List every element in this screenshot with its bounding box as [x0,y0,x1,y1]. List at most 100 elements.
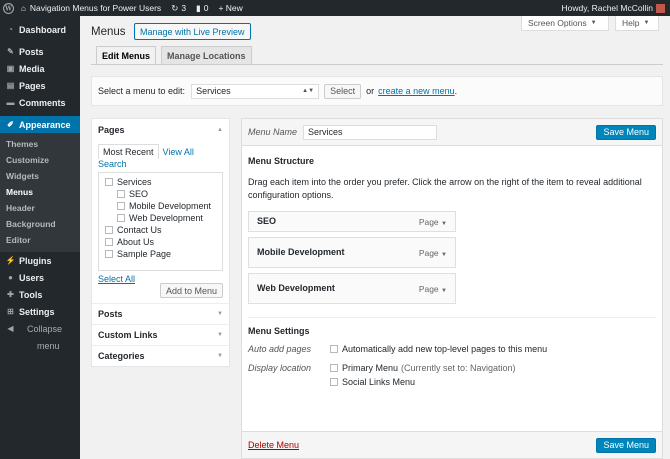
submenu-item-customize[interactable]: Customize [0,152,80,168]
create-new-menu-link[interactable]: create a new menu [378,86,455,96]
comment-bubble-icon: ▮ [196,2,201,13]
sidebar-item-tools[interactable]: ✚ Tools [0,286,80,303]
sidebar-item-appearance[interactable]: ✐ Appearance [0,116,80,133]
sidebar-item-pages[interactable]: ▤ Pages [0,77,80,94]
checkbox[interactable] [117,202,125,210]
list-item[interactable]: SEO [105,188,216,200]
list-item[interactable]: Services [105,176,216,188]
sidebar-item-comments[interactable]: ▬ Comments [0,94,80,111]
pages-checklist: Services SEO Mobile Development Web Deve… [98,172,223,271]
menu-item[interactable]: Mobile Development Page ▼ [248,237,456,268]
menu-item[interactable]: Web Development Page ▼ [248,273,456,304]
menu-footer: Delete Menu Save Menu [242,431,662,458]
item-edit-arrow-icon[interactable]: ▼ [441,252,447,258]
submenu-item-menus[interactable]: Menus [0,184,80,200]
list-item[interactable]: Sample Page [105,248,216,260]
new-content-link[interactable]: + New [213,0,247,16]
list-item[interactable]: About Us [105,236,216,248]
tab-search[interactable]: Search [98,159,223,169]
submenu-item-widgets[interactable]: Widgets [0,168,80,184]
sidebar-item-plugins[interactable]: ⚡ Plugins [0,252,80,269]
expand-arrow-icon: ▼ [217,332,223,338]
social-links-checkbox[interactable] [330,378,338,386]
dashboard-icon: ◔ [8,25,13,34]
tab-most-recent[interactable]: Most Recent [98,144,159,159]
menu-structure-heading: Menu Structure [248,156,315,166]
sidebar-item-posts[interactable]: ✎ Posts [0,43,80,60]
delete-menu-link[interactable]: Delete Menu [248,440,299,450]
menu-edit-panel: Menu Name Services Save Menu Menu Struct… [241,118,663,459]
submenu-item-background[interactable]: Background [0,216,80,232]
chevron-down-icon: ▼ [643,20,650,26]
list-item[interactable]: Web Development [105,212,216,224]
main-content: Screen Options ▼ Help ▼ Menus Manage with … [80,16,670,459]
list-item[interactable]: Contact Us [105,224,216,236]
submenu-item-editor[interactable]: Editor [0,232,80,248]
menu-select[interactable]: Services ▲▼ [191,83,320,99]
list-item[interactable]: Mobile Development [105,200,216,212]
menu-instructions: Drag each item into the order you prefer… [248,177,642,200]
checkbox[interactable] [105,250,113,258]
save-menu-button-bottom[interactable]: Save Menu [596,437,656,453]
comments-link[interactable]: ▮ 0 [191,0,213,16]
updates-link[interactable]: ↻ 3 [166,0,191,16]
menu-item[interactable]: SEO Page ▼ [248,211,456,232]
tab-divider [91,64,663,65]
menu-settings-heading: Menu Settings [248,326,310,336]
pages-icon: ▤ [6,81,15,90]
menu-name-input[interactable]: Services [303,124,438,140]
settings-icon: ⊞ [7,307,14,316]
sidebar-item-settings[interactable]: ⊞ Settings [0,303,80,320]
pages-box-header[interactable]: Pages ▲ [92,119,229,140]
site-name-link[interactable]: ⌂ Navigation Menus for Power Users [16,0,166,16]
checkbox[interactable] [105,226,113,234]
checkbox[interactable] [105,238,113,246]
auto-add-checkbox[interactable] [330,345,338,353]
expand-arrow-icon: ▼ [217,311,223,317]
submenu-item-header[interactable]: Header [0,200,80,216]
appearance-submenu: Themes Customize Widgets Menus Header Ba… [0,133,80,252]
select-all-link[interactable]: Select All [98,274,135,284]
sidebar-item-media[interactable]: ▣ Media [0,60,80,77]
paintbrush-icon: ✐ [7,120,14,129]
tab-view-all[interactable]: View All [159,145,198,159]
expand-arrow-icon: ▼ [217,353,223,359]
accordion-categories[interactable]: Categories ▼ [92,345,229,366]
submenu-item-themes[interactable]: Themes [0,136,80,152]
add-menu-items-column: Pages ▲ Most Recent View All Search Servi… [91,118,230,367]
primary-menu-checkbox[interactable] [330,364,338,372]
users-icon: ● [8,273,13,282]
page-title: Menus [91,26,126,38]
comments-icon: ▬ [6,98,15,107]
tab-edit-menus[interactable]: Edit Menus [96,46,157,65]
collapse-menu-button[interactable]: ◀ Collapse [0,320,80,337]
checkbox[interactable] [105,178,113,186]
live-preview-button[interactable]: Manage with Live Preview [134,23,251,40]
menu-header: Menu Name Services Save Menu [242,119,662,146]
admin-bar: W ⌂ Navigation Menus for Power Users ↻ 3 ▮… [0,0,670,16]
accordion-custom-links[interactable]: Custom Links ▼ [92,324,229,345]
add-to-menu-button[interactable]: Add to Menu [159,283,223,298]
sidebar-item-dashboard[interactable]: ◔ Dashboard [0,21,80,38]
sidebar-item-users[interactable]: ● Users [0,269,80,286]
screen-options-button[interactable]: Screen Options ▼ [521,16,609,31]
pushpin-icon: ✎ [7,47,14,56]
item-edit-arrow-icon[interactable]: ▼ [441,288,447,294]
select-button[interactable]: Select [324,83,362,99]
item-edit-arrow-icon[interactable]: ▼ [441,221,447,227]
admin-sidebar: ◔ Dashboard ✎ Posts ▣ Media ▤ Pages ▬ Comment… [0,16,80,459]
checkbox[interactable] [117,214,125,222]
save-menu-button[interactable]: Save Menu [596,124,656,140]
avatar [656,3,665,13]
collapse-arrow-icon: ▲ [217,126,223,133]
tab-manage-locations[interactable]: Manage Locations [161,46,252,65]
updates-icon: ↻ [171,2,179,13]
checkbox[interactable] [117,190,125,198]
help-button[interactable]: Help ▼ [615,16,659,31]
select-arrows-icon: ▲▼ [302,88,315,94]
plugin-icon: ⚡ [5,256,16,265]
wordpress-logo-icon[interactable]: W [0,0,16,16]
accordion-posts[interactable]: Posts ▼ [92,303,229,324]
my-account-link[interactable]: Howdy, Rachel McCollin [557,0,670,16]
pages-box: Pages ▲ Most Recent View All Search Servi… [91,118,230,367]
